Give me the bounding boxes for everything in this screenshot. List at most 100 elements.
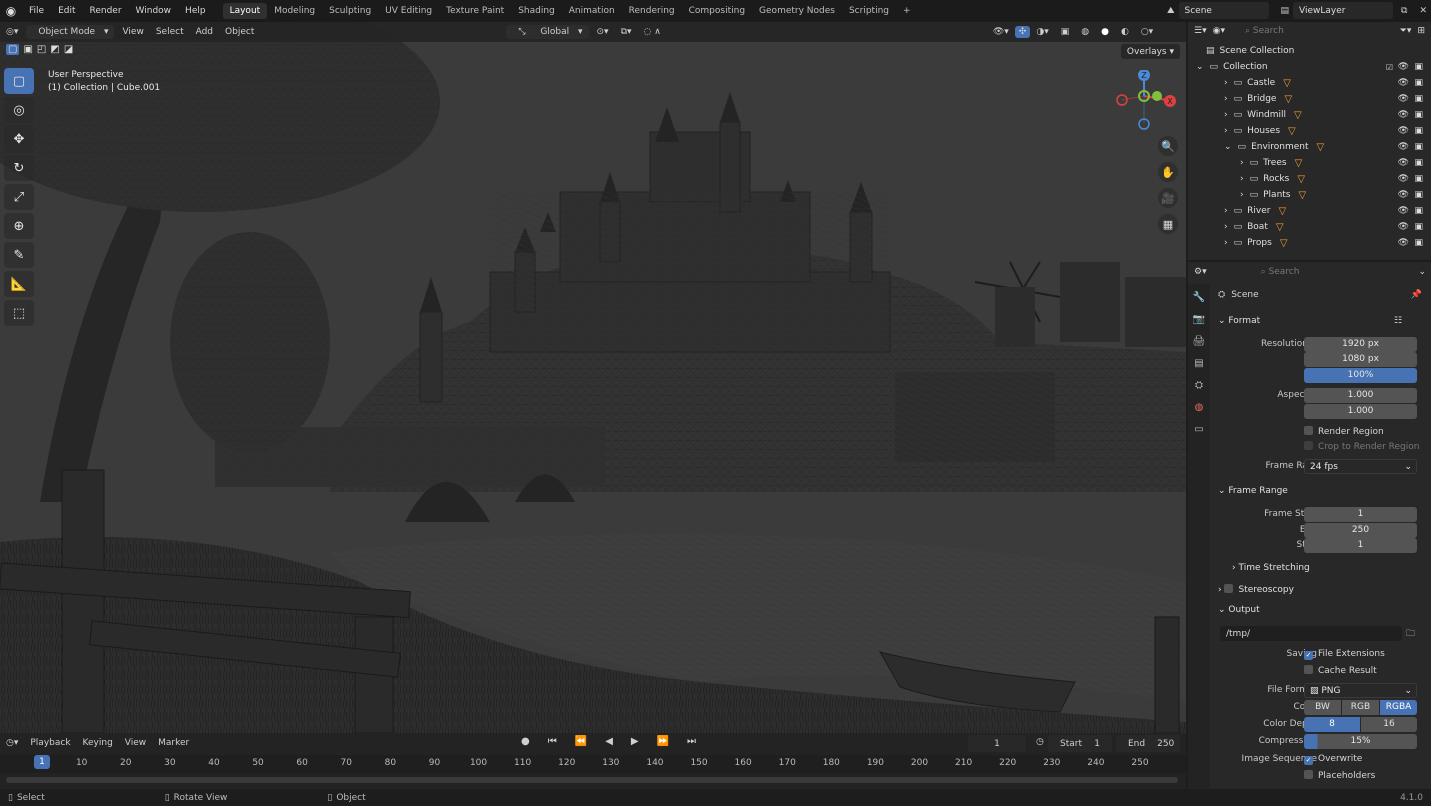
- timeline-menu-view[interactable]: View: [119, 738, 152, 748]
- menu-add[interactable]: Add: [190, 27, 219, 37]
- render-tab-icon[interactable]: 📷: [1191, 314, 1207, 328]
- camera-icon[interactable]: ▣: [1414, 94, 1423, 104]
- chevron-right-icon[interactable]: ›: [1224, 110, 1228, 120]
- camera-icon[interactable]: ▣: [1414, 78, 1423, 88]
- menu-file[interactable]: File: [22, 6, 51, 16]
- close-icon[interactable]: ✕: [1415, 6, 1431, 16]
- mesh-data-icon[interactable]: ▽: [1284, 94, 1292, 105]
- play-reverse-icon[interactable]: ◀: [599, 736, 619, 747]
- mesh-data-icon[interactable]: ▽: [1295, 158, 1303, 169]
- resolution-y-field[interactable]: 1080 px: [1304, 351, 1417, 367]
- scene-tab-icon[interactable]: ⛭: [1191, 380, 1207, 394]
- outliner-search-input[interactable]: ⌕ Search: [1238, 24, 1349, 38]
- aspect-y-field[interactable]: 1.000: [1304, 403, 1417, 419]
- color-bw-button[interactable]: BW: [1304, 699, 1341, 715]
- eye-icon[interactable]: 👁: [1398, 190, 1409, 200]
- eye-icon[interactable]: 👁: [1398, 78, 1409, 88]
- placeholders-checkbox[interactable]: [1304, 769, 1313, 779]
- overlays-toggle-icon[interactable]: ◑▾: [1030, 27, 1054, 37]
- outliner-row-trees[interactable]: › ▭ Trees ▽ 👁 ▣: [1188, 155, 1431, 171]
- select-new-icon[interactable]: ▢: [6, 44, 20, 55]
- shading-material-icon[interactable]: ◐: [1115, 27, 1135, 37]
- chevron-right-icon[interactable]: ›: [1240, 190, 1244, 200]
- eye-icon[interactable]: 👁: [1398, 158, 1409, 168]
- next-key-icon[interactable]: ⏩: [651, 736, 675, 747]
- mode-selector[interactable]: Object Mode ▾: [26, 25, 115, 39]
- menu-edit[interactable]: Edit: [51, 6, 82, 16]
- tab-uv-editing[interactable]: UV Editing: [378, 3, 439, 19]
- camera-icon[interactable]: ▣: [1414, 190, 1423, 200]
- shading-rendered-icon[interactable]: ○▾: [1135, 27, 1159, 37]
- 3d-viewport[interactable]: ◎▾ Object Mode ▾ View Select Add Object …: [0, 22, 1186, 733]
- shading-solid-icon[interactable]: ●: [1095, 27, 1115, 37]
- time-stretching-header[interactable]: › Time Stretching: [1232, 563, 1310, 573]
- select-subtract-icon[interactable]: ◰: [37, 44, 46, 55]
- tab-layout[interactable]: Layout: [222, 3, 268, 19]
- crop-region-row[interactable]: Crop to Render Region: [1212, 438, 1429, 454]
- overwrite-row[interactable]: Image Sequence ✓ Overwrite: [1212, 751, 1429, 767]
- clock-icon[interactable]: ◷: [1030, 737, 1050, 747]
- frame-range-panel-header[interactable]: ⌄ Frame Range: [1218, 486, 1288, 496]
- eye-icon[interactable]: 👁: [1398, 110, 1409, 120]
- jump-end-icon[interactable]: ⏭: [681, 736, 702, 747]
- camera-icon[interactable]: ▣: [1414, 174, 1423, 184]
- new-collection-icon[interactable]: ⊞: [1417, 26, 1425, 36]
- mesh-data-icon[interactable]: ▽: [1278, 206, 1286, 217]
- menu-render[interactable]: Render: [83, 6, 129, 16]
- stereoscopy-checkbox[interactable]: [1224, 584, 1234, 593]
- start-frame-field[interactable]: Start 1: [1048, 735, 1112, 752]
- end-frame-field[interactable]: End 250: [1116, 735, 1180, 752]
- menu-help[interactable]: Help: [178, 6, 213, 16]
- move-icon[interactable]: ✥: [4, 126, 34, 152]
- output-tab-icon[interactable]: 🖨: [1191, 336, 1207, 350]
- tab-shading[interactable]: Shading: [511, 3, 562, 19]
- chevron-down-icon[interactable]: ⌄: [1196, 62, 1204, 72]
- ortho-grid-icon[interactable]: ▦: [1158, 214, 1178, 234]
- current-frame-field[interactable]: 1: [968, 735, 1026, 752]
- outliner-row-castle[interactable]: › ▭ Castle ▽ 👁 ▣: [1188, 75, 1431, 91]
- camera-icon[interactable]: ▣: [1414, 126, 1423, 136]
- outliner-row-houses[interactable]: › ▭ Houses ▽ 👁 ▣: [1188, 123, 1431, 139]
- timeline-menu-keying[interactable]: Keying: [77, 738, 119, 748]
- tab-rendering[interactable]: Rendering: [622, 3, 682, 19]
- file-format-dropdown[interactable]: ▨ PNG ⌄: [1304, 682, 1417, 698]
- outliner-row-river[interactable]: › ▭ River ▽ 👁 ▣: [1188, 203, 1431, 219]
- stereoscopy-panel-header[interactable]: › Stereoscopy: [1218, 584, 1294, 595]
- mesh-data-icon[interactable]: ▽: [1288, 126, 1296, 137]
- add-workspace-button[interactable]: +: [896, 3, 918, 19]
- gizmo-toggle-icon[interactable]: ✣: [1014, 26, 1031, 38]
- orientation-selector[interactable]: ⤡ Global ▾: [506, 25, 589, 39]
- camera-icon[interactable]: ▣: [1414, 142, 1423, 152]
- outliner-row-plants[interactable]: › ▭ Plants ▽ 👁 ▣: [1188, 187, 1431, 203]
- eye-icon[interactable]: 👁: [1398, 126, 1409, 136]
- tab-geometry-nodes[interactable]: Geometry Nodes: [752, 3, 842, 19]
- eye-icon[interactable]: 👁: [1398, 94, 1409, 104]
- tab-modeling[interactable]: Modeling: [267, 3, 322, 19]
- camera-icon[interactable]: ▣: [1414, 222, 1423, 232]
- chevron-right-icon[interactable]: ›: [1224, 222, 1228, 232]
- cache-result-checkbox[interactable]: [1304, 664, 1313, 674]
- mesh-data-icon[interactable]: ▽: [1280, 238, 1288, 249]
- blender-logo-icon[interactable]: ◉: [0, 0, 22, 22]
- copy-icon[interactable]: ⧉: [1397, 6, 1411, 16]
- timeline-ruler[interactable]: 1 10 20 30 40 50 60 70 80 90 100 110 120 130 140 150 16…: [0, 755, 1186, 773]
- select-box-icon[interactable]: ▢: [4, 68, 34, 94]
- scale-icon[interactable]: ⤢: [4, 184, 34, 210]
- frame-start-field[interactable]: 1: [1304, 506, 1417, 522]
- tab-texture-paint[interactable]: Texture Paint: [439, 3, 511, 19]
- mesh-data-icon[interactable]: ▽: [1283, 78, 1291, 89]
- xray-icon[interactable]: ▣: [1055, 27, 1076, 37]
- timeline-editor-icon[interactable]: ◷▾: [0, 738, 24, 748]
- mesh-data-icon[interactable]: ▽: [1317, 142, 1325, 153]
- camera-icon[interactable]: ▣: [1414, 110, 1423, 120]
- chevron-right-icon[interactable]: ›: [1224, 206, 1228, 216]
- timeline-menu-marker[interactable]: Marker: [152, 738, 195, 748]
- chevron-right-icon[interactable]: ›: [1224, 238, 1228, 248]
- transform-icon[interactable]: ⊕: [4, 213, 34, 239]
- chevron-down-icon[interactable]: ⌄: [1224, 142, 1232, 152]
- shading-wireframe-icon[interactable]: ◍: [1075, 27, 1095, 37]
- viewlayer-selector[interactable]: ViewLayer: [1293, 2, 1394, 19]
- frame-end-field[interactable]: 250: [1304, 522, 1417, 538]
- format-panel-header[interactable]: ⌄ Format: [1218, 316, 1260, 326]
- eye-icon[interactable]: 👁: [1398, 222, 1409, 232]
